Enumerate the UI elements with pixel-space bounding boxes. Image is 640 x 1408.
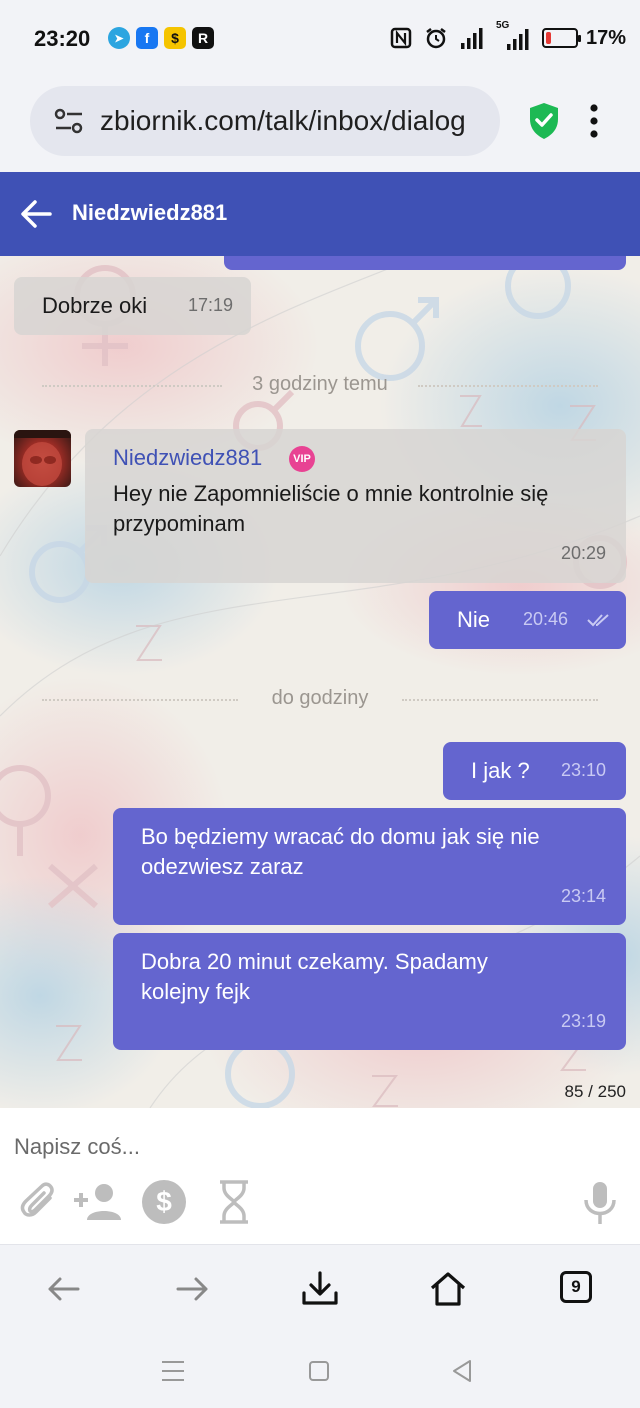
url-text[interactable]: zbiornik.com/talk/inbox/dialog (100, 105, 466, 137)
address-bar[interactable]: zbiornik.com/talk/inbox/dialog (30, 86, 500, 156)
alarm-icon (426, 28, 446, 49)
message-time: 23:14 (561, 886, 607, 906)
message-text: I jak ? (471, 758, 530, 783)
previous-message-bubble[interactable] (224, 256, 626, 270)
tabs-button[interactable]: 9 (560, 1271, 592, 1303)
svg-text:$: $ (156, 1186, 172, 1217)
system-indicators: 5G 17% (390, 20, 626, 50)
recent-apps-icon[interactable] (158, 1356, 188, 1386)
vip-badge: VIP (289, 446, 315, 472)
home-button-icon[interactable] (304, 1356, 334, 1386)
char-counter: 85 / 250 (564, 1082, 626, 1101)
shield-check-icon[interactable] (528, 102, 560, 140)
message-outgoing[interactable]: Bo będziemy wracać do domu jak się nie o… (113, 808, 626, 925)
battery-percent: 17% (585, 26, 626, 49)
back-arrow-icon[interactable] (18, 196, 54, 232)
telegram-icon: ➤ (108, 27, 130, 49)
message-incoming[interactable]: Niedzwiedz881 VIP Hey nie Zapomnieliście… (85, 429, 626, 583)
hourglass-icon[interactable] (210, 1178, 258, 1226)
message-time: 23:10 (561, 760, 607, 780)
message-list[interactable]: Dobrze oki 17:19 3 godziny temu Niedzwie… (0, 256, 640, 1108)
battery-icon (541, 28, 581, 48)
site-settings-icon[interactable] (54, 108, 84, 134)
divider-label: do godziny (271, 687, 369, 709)
message-time: 20:29 (561, 543, 607, 563)
clock: 23:20 (34, 26, 91, 51)
back-button-icon[interactable] (448, 1356, 478, 1386)
sender-avatar[interactable] (14, 430, 71, 487)
more-menu-icon[interactable] (588, 104, 600, 138)
download-icon[interactable] (300, 1269, 340, 1309)
signal-icon (460, 28, 483, 49)
message-time: 17:19 (188, 295, 234, 315)
dollar-icon[interactable]: $ (140, 1178, 188, 1226)
add-person-icon[interactable] (72, 1178, 124, 1226)
notification-icons: ➤ f $ R (108, 27, 214, 49)
browser-toolbar: zbiornik.com/talk/inbox/dialog (0, 78, 640, 172)
message-time: 23:19 (561, 1011, 607, 1031)
message-composer: $ (0, 1108, 640, 1244)
date-divider: 3 godziny temu (42, 373, 598, 397)
forward-icon[interactable] (172, 1269, 212, 1309)
date-divider: do godziny (42, 687, 598, 711)
message-outgoing[interactable]: Nie 20:46 (429, 591, 626, 649)
message-input[interactable] (14, 1132, 614, 1162)
chat-title[interactable]: Niedzwiedz881 (72, 200, 227, 226)
browser-bottom-nav: 9 (0, 1244, 640, 1336)
signal-5g-icon: 5G (496, 20, 530, 50)
back-icon[interactable] (44, 1269, 84, 1309)
message-incoming[interactable]: Dobrze oki 17:19 (14, 277, 251, 335)
message-text: Dobrze oki (42, 293, 148, 318)
home-icon[interactable] (428, 1269, 468, 1309)
app-r-icon: R (192, 27, 214, 49)
divider-label: 3 godziny temu (252, 373, 388, 395)
read-receipt-icon (587, 614, 609, 627)
nfc-icon (390, 27, 412, 49)
message-sender[interactable]: Niedzwiedz881 (113, 445, 262, 471)
message-text: Dobra 20 minut czekamy. Spadamy kolejny … (141, 949, 488, 1004)
message-text: Bo będziemy wracać do domu jak się nie o… (141, 824, 540, 879)
message-text: Nie (457, 607, 491, 632)
chat-header: Niedzwiedz881 (0, 172, 640, 256)
status-bar: 23:20 ➤ f $ R 5G 17% (0, 0, 640, 78)
message-time: 20:46 (523, 609, 569, 629)
message-outgoing[interactable]: Dobra 20 minut czekamy. Spadamy kolejny … (113, 933, 626, 1050)
microphone-icon[interactable] (576, 1178, 624, 1226)
message-outgoing[interactable]: I jak ? 23:10 (443, 742, 626, 800)
facebook-icon: f (136, 27, 158, 49)
system-nav-bar (0, 1336, 640, 1408)
message-text: Hey nie Zapomnieliście o mnie kontrolnie… (113, 481, 549, 536)
app-yellow-icon: $ (164, 27, 186, 49)
attach-icon[interactable] (16, 1178, 64, 1226)
